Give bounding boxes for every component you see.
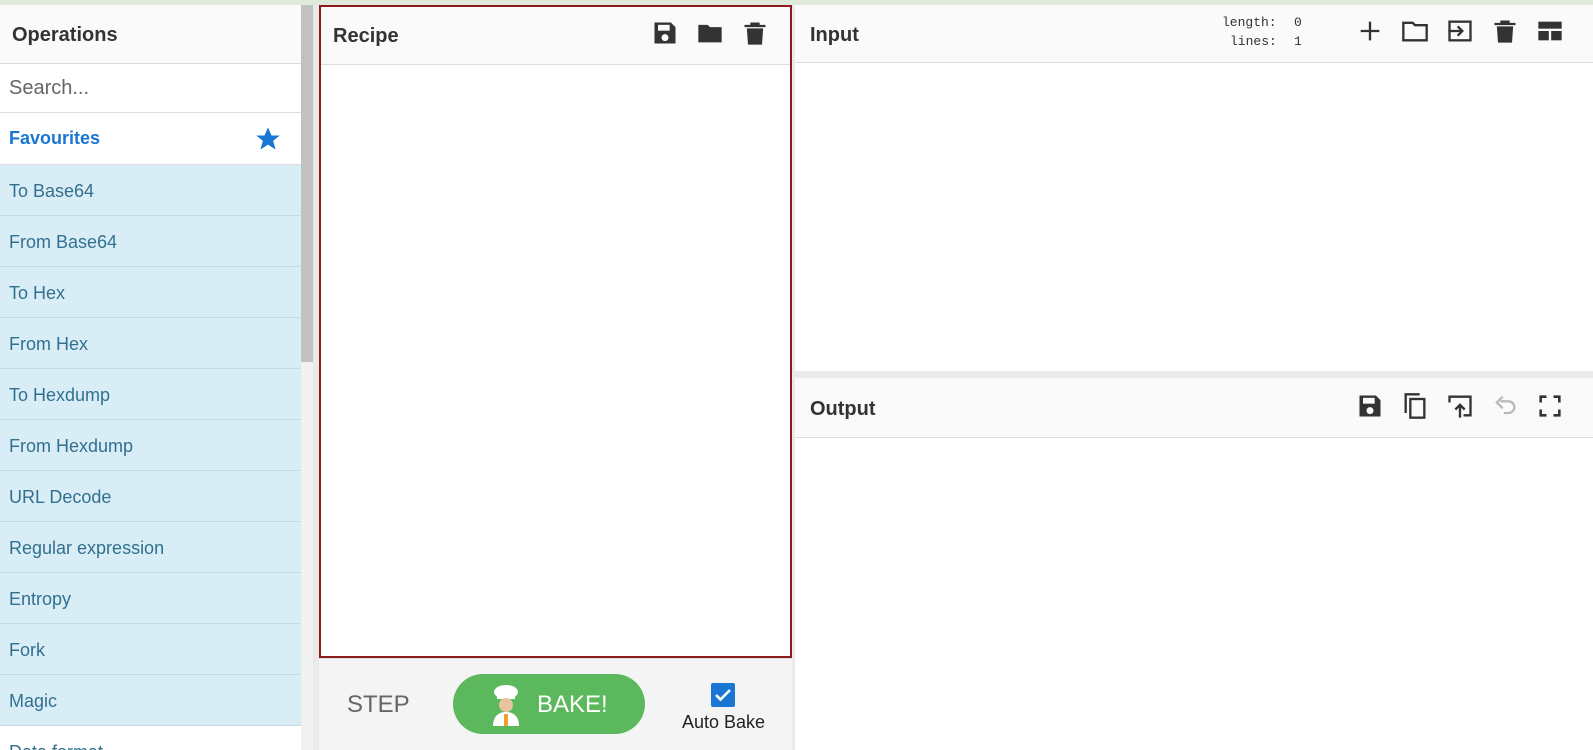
operations-list: To Base64 From Base64 To Hex From Hex To… <box>0 165 301 750</box>
recipe-title: Recipe <box>333 25 399 47</box>
import-icon[interactable] <box>1446 17 1474 45</box>
input-title: Input <box>810 24 859 46</box>
plus-icon[interactable] <box>1356 17 1384 45</box>
operation-item[interactable]: From Hexdump <box>0 420 301 471</box>
operation-item[interactable]: From Hex <box>0 318 301 369</box>
operation-item[interactable]: Regular expression <box>0 522 301 573</box>
undo-icon[interactable] <box>1491 392 1519 420</box>
length-label: length: <box>1222 15 1277 30</box>
operation-item[interactable]: URL Decode <box>0 471 301 522</box>
input-output-resize-handle[interactable] <box>795 371 1593 378</box>
recipe-panel: Recipe <box>319 5 792 658</box>
auto-bake-checkbox[interactable] <box>711 683 735 707</box>
star-icon[interactable] <box>254 125 282 153</box>
operations-title: Operations <box>12 24 118 46</box>
step-button[interactable]: STEP <box>347 691 410 719</box>
folder-icon[interactable] <box>696 19 724 47</box>
trash-icon[interactable] <box>1491 17 1519 45</box>
operations-header: Operations <box>0 5 301 64</box>
operation-item[interactable]: Entropy <box>0 573 301 624</box>
replace-input-icon[interactable] <box>1446 392 1474 420</box>
lines-value: 1 <box>1294 34 1302 49</box>
save-icon[interactable] <box>1356 392 1384 420</box>
output-panel: Output <box>795 378 1593 750</box>
operations-search-input[interactable] <box>0 64 301 113</box>
favourites-category[interactable]: Favourites <box>0 113 301 165</box>
trash-icon[interactable] <box>741 19 769 47</box>
operation-item[interactable]: Data format <box>0 726 301 750</box>
length-value: 0 <box>1294 15 1302 30</box>
operation-item[interactable]: To Hexdump <box>0 369 301 420</box>
copy-icon[interactable] <box>1401 392 1429 420</box>
operations-panel: Operations Favourites To Base64 From Bas… <box>0 5 313 750</box>
fullscreen-icon[interactable] <box>1536 392 1564 420</box>
operation-item[interactable]: Magic <box>0 675 301 726</box>
folder-icon[interactable] <box>1401 17 1429 45</box>
output-title: Output <box>810 398 876 420</box>
operation-item[interactable]: Fork <box>0 624 301 675</box>
controls-bar: STEP BAKE! Auto Bake <box>319 658 792 750</box>
operations-scroll-thumb[interactable] <box>301 5 313 362</box>
auto-bake-label: Auto Bake <box>682 712 766 732</box>
operation-item[interactable]: From Base64 <box>0 216 301 267</box>
recipe-header: Recipe <box>321 7 790 65</box>
layout-icon[interactable] <box>1536 17 1564 45</box>
output-header: Output <box>795 378 1593 438</box>
input-header: Input length: 0 lines: 1 <box>795 5 1593 63</box>
bake-label: BAKE! <box>537 691 608 718</box>
save-icon[interactable] <box>651 19 679 47</box>
input-panel: Input length: 0 lines: 1 <box>795 5 1593 371</box>
operation-item[interactable]: To Hex <box>0 267 301 318</box>
check-icon <box>715 689 731 702</box>
operation-item[interactable]: To Base64 <box>0 165 301 216</box>
lines-label: lines: <box>1230 34 1277 49</box>
chef-icon <box>493 685 519 726</box>
bake-button[interactable]: BAKE! <box>453 674 645 734</box>
favourites-label: Favourites <box>9 128 101 148</box>
